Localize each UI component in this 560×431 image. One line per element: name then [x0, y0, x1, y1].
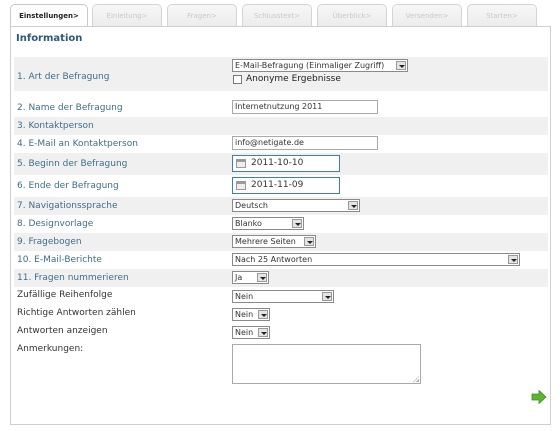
tab-fragen[interactable]: Fragen> [167, 4, 237, 26]
ende-label: 6. Ende der Befragung [17, 181, 119, 191]
anonyme-checkbox[interactable] [233, 75, 242, 84]
tab-einstellungen[interactable]: Einstellungen> [10, 4, 88, 27]
fragebogen-select[interactable]: Mehrere Seiten [232, 235, 316, 248]
fragebogen-label: 9. Fragebogen [17, 237, 82, 247]
row-name: 2. Name der Befragung Internetnutzung 20… [14, 99, 548, 117]
chevron-down-icon [257, 273, 267, 282]
settings-panel: Information 1. Art der Befragung E-Mail-… [10, 26, 551, 425]
richtige-value: Nein [235, 310, 254, 319]
art-select[interactable]: E-Mail-Befragung (Einmaliger Zugriff) [232, 59, 408, 72]
fragebogen-value: Mehrere Seiten [235, 237, 296, 246]
tab-ueberblick[interactable]: Überblick> [317, 4, 387, 26]
resize-grip-icon[interactable] [413, 376, 419, 382]
chevron-down-icon [322, 292, 332, 301]
navsprache-select[interactable]: Deutsch [232, 199, 360, 212]
row-design: 8. Designvorlage Blanko [14, 215, 548, 233]
row-email: 4. E-Mail an Kontaktperson info@netigate… [14, 135, 548, 153]
design-select[interactable]: Blanko [232, 217, 304, 230]
design-value: Blanko [235, 219, 262, 228]
chevron-down-icon [508, 255, 518, 264]
tab-versenden[interactable]: Versenden> [392, 4, 462, 26]
anzeigen-value: Nein [235, 328, 254, 337]
row-art: 1. Art der Befragung E-Mail-Befragung (E… [14, 57, 548, 91]
richtige-select[interactable]: Nein [232, 308, 270, 321]
row-navsprache: 7. Navigationssprache Deutsch [14, 197, 548, 215]
anmerkungen-textarea[interactable] [232, 344, 421, 384]
chevron-down-icon [348, 201, 358, 210]
chevron-down-icon [258, 328, 268, 337]
chevron-down-icon [396, 61, 406, 70]
email-label: 4. E-Mail an Kontaktperson [17, 139, 138, 149]
reihenfolge-label: Zufällige Reihenfolge [17, 290, 113, 300]
kontakt-label: 3. Kontaktperson [17, 121, 94, 131]
anmerkungen-label: Anmerkungen: [17, 344, 84, 354]
berichte-value: Nach 25 Antworten [235, 255, 313, 264]
berichte-label: 10. E-Mail-Berichte [17, 255, 102, 265]
anzeigen-label: Antworten anzeigen [17, 326, 108, 336]
tab-einleitung[interactable]: Einleitung> [92, 4, 162, 26]
row-beginn: 5. Beginn der Befragung 2011-10-10 [14, 153, 548, 175]
beginn-label: 5. Beginn der Befragung [17, 159, 128, 169]
chevron-down-icon [292, 219, 302, 228]
row-reihenfolge: Zufällige Reihenfolge Nein [14, 287, 548, 305]
art-label: 1. Art der Befragung [17, 72, 110, 82]
design-label: 8. Designvorlage [17, 219, 94, 229]
navsprache-value: Deutsch [235, 201, 268, 210]
anzeigen-select[interactable]: Nein [232, 326, 270, 339]
row-anmerkungen: Anmerkungen: [14, 341, 548, 387]
reihenfolge-value: Nein [235, 292, 254, 301]
section-title: Information [16, 33, 83, 44]
row-berichte: 10. E-Mail-Berichte Nach 25 Antworten [14, 251, 548, 269]
row-anzeigen: Antworten anzeigen Nein [14, 323, 548, 341]
wizard-tabs: Einstellungen> Einleitung> Fragen> Schlu… [10, 4, 555, 28]
nummerieren-value: Ja [235, 273, 243, 282]
calendar-icon[interactable] [236, 181, 246, 190]
ende-value: 2011-11-09 [251, 180, 304, 190]
right-arrow-icon[interactable] [531, 390, 547, 404]
name-label: 2. Name der Befragung [17, 103, 123, 113]
row-nummerieren: 11. Fragen nummerieren Ja [14, 269, 548, 287]
name-input[interactable]: Internetnutzung 2011 [232, 100, 378, 114]
chevron-down-icon [304, 237, 314, 246]
email-field[interactable]: info@netigate.de [232, 136, 378, 150]
ende-date-input[interactable]: 2011-11-09 [232, 177, 340, 194]
row-richtige: Richtige Antworten zählen Nein [14, 305, 548, 323]
chevron-down-icon [258, 310, 268, 319]
nummerieren-select[interactable]: Ja [232, 271, 269, 284]
navsprache-label: 7. Navigationssprache [17, 201, 118, 211]
richtige-label: Richtige Antworten zählen [17, 308, 136, 318]
beginn-date-input[interactable]: 2011-10-10 [232, 155, 340, 172]
reihenfolge-select[interactable]: Nein [232, 290, 334, 303]
berichte-select[interactable]: Nach 25 Antworten [232, 253, 520, 266]
tab-starten[interactable]: Starten> [467, 4, 537, 26]
tab-schlusstext[interactable]: Schlusstext> [242, 4, 312, 26]
anonyme-label: Anonyme Ergebnisse [246, 74, 341, 84]
beginn-value: 2011-10-10 [251, 158, 304, 168]
row-fragebogen: 9. Fragebogen Mehrere Seiten [14, 233, 548, 251]
art-value: E-Mail-Befragung (Einmaliger Zugriff) [235, 61, 385, 70]
calendar-icon[interactable] [236, 159, 246, 168]
row-kontakt: 3. Kontaktperson [14, 117, 548, 135]
nummerieren-label: 11. Fragen nummerieren [17, 273, 129, 283]
row-ende: 6. Ende der Befragung 2011-11-09 [14, 175, 548, 197]
